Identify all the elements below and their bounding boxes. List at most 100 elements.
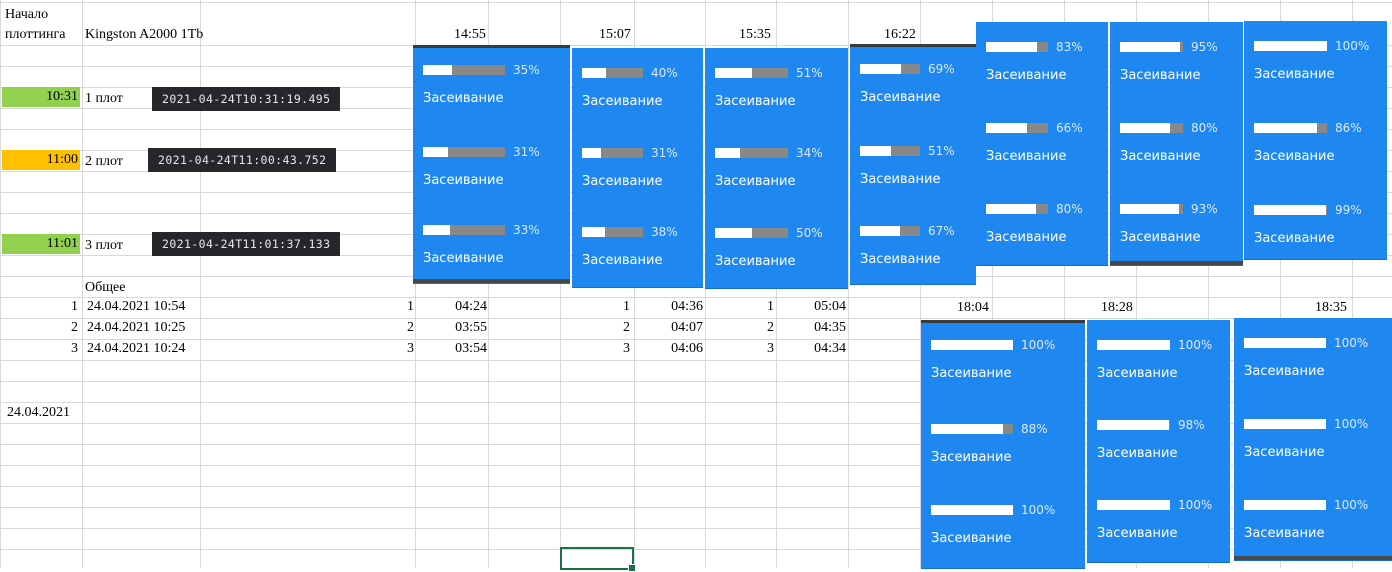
progress-percent: 100% xyxy=(1178,498,1213,512)
progress-bar-fill xyxy=(1254,41,1327,51)
plot-progress-panel: 88% Засеивание xyxy=(921,404,1085,486)
progress-percent: 34% xyxy=(796,146,823,160)
progress-bar-fill xyxy=(582,68,607,78)
progress-bar-fill xyxy=(423,65,452,75)
drive-name: Kingston A2000 1Tb xyxy=(85,27,204,42)
progress-bar xyxy=(1244,419,1326,429)
plot-1-start: 10:31 xyxy=(2,87,80,107)
progress-percent: 100% xyxy=(1021,503,1056,517)
status-label: Засеивание xyxy=(860,172,941,187)
status-label: Засеивание xyxy=(1244,364,1325,379)
time-18-35: 18:35 xyxy=(1315,300,1347,315)
plot-progress-panel: 66% Засеивание xyxy=(976,103,1108,185)
progress-percent: 80% xyxy=(1056,202,1083,216)
progress-bar-fill xyxy=(1097,500,1170,510)
progress-percent: 40% xyxy=(651,66,678,80)
progress-bar-fill xyxy=(986,204,1036,214)
progress-bar-fill xyxy=(931,424,1004,434)
duration-g1-n3: 3 xyxy=(407,341,414,356)
total-row-3-n: 3 xyxy=(71,341,78,356)
plot-progress-panel: 38% Засеивание xyxy=(572,207,703,288)
plot-progress-panel: 51% Засеивание xyxy=(705,48,848,129)
duration-g1-n1: 1 xyxy=(407,299,414,314)
progress-bar-fill xyxy=(715,228,752,238)
plot-progress-panel: 100% Засеивание xyxy=(1234,480,1392,561)
progress-percent: 31% xyxy=(651,146,678,160)
progress-percent: 98% xyxy=(1178,418,1205,432)
screenshot-bottom-edge xyxy=(1110,261,1243,265)
plot-progress-panel: 40% Засеивание xyxy=(572,48,703,129)
total-row-2-datetime: 24.04.2021 10:25 xyxy=(87,320,186,335)
status-label: Засеивание xyxy=(1254,67,1335,82)
total-label: Общее xyxy=(85,280,126,295)
progress-bar xyxy=(1244,500,1326,510)
progress-bar-fill xyxy=(582,148,601,158)
progress-bar-fill xyxy=(1120,204,1179,214)
progress-bar xyxy=(423,65,505,75)
plot-progress-panel: 31% Засеивание xyxy=(572,128,703,208)
status-label: Засеивание xyxy=(931,366,1012,381)
selected-cell[interactable] xyxy=(560,547,636,572)
status-label: Засеивание xyxy=(1244,445,1325,460)
progress-percent: 67% xyxy=(928,224,955,238)
status-label: Засеивание xyxy=(986,230,1067,245)
status-label: Засеивание xyxy=(423,251,504,266)
progress-bar xyxy=(1244,338,1326,348)
screenshot-top-edge xyxy=(921,320,1085,323)
status-label: Засеивание xyxy=(1254,149,1335,164)
progress-bar xyxy=(715,228,788,238)
progress-percent: 86% xyxy=(1335,121,1362,135)
status-label: Засеивание xyxy=(986,149,1067,164)
progress-bar xyxy=(423,225,505,235)
plot-progress-panel: 100% Засеивание xyxy=(921,485,1085,569)
plot-3-name: 3 плот xyxy=(85,238,123,253)
duration-g3-n3: 3 xyxy=(767,341,774,356)
plot-progress-panel: 69% Засеивание xyxy=(850,44,976,127)
duration-g1-t1: 04:24 xyxy=(455,299,487,314)
plot-progress-panel: 100% Засеивание xyxy=(921,320,1085,405)
header-label-line2: плоттинга xyxy=(5,27,66,42)
progress-percent: 83% xyxy=(1056,40,1083,54)
duration-g2-t3: 04:06 xyxy=(671,341,703,356)
plot-progress-panel: 86% Засеивание xyxy=(1244,103,1387,186)
progress-bar-fill xyxy=(1120,42,1180,52)
duration-g2-n1: 1 xyxy=(623,299,630,314)
plot-progress-panel: 31% Засеивание xyxy=(413,127,570,206)
progress-bar-fill xyxy=(860,226,901,236)
progress-bar-fill xyxy=(986,123,1027,133)
progress-screenshot-5: 83% Засеивание 66% Засеивание 80% Засеивание xyxy=(976,22,1108,266)
screenshot-top-edge xyxy=(413,45,570,48)
status-label: Засеивание xyxy=(582,253,663,268)
progress-screenshot-1: 35% Засеивание 31% Засеивание 33% Засеивание xyxy=(413,45,570,284)
progress-bar xyxy=(1120,123,1183,133)
duration-g2-n2: 2 xyxy=(623,320,630,335)
progress-bar xyxy=(1254,205,1327,215)
progress-percent: 100% xyxy=(1021,338,1056,352)
plot-progress-panel: 35% Засеивание xyxy=(413,45,570,128)
plot-progress-panel: 80% Засеивание xyxy=(976,184,1108,266)
plot-progress-panel: 83% Засеивание xyxy=(976,22,1108,104)
status-label: Засеивание xyxy=(423,91,504,106)
time-15-35: 15:35 xyxy=(739,27,771,42)
progress-bar xyxy=(1254,41,1327,51)
progress-bar-fill xyxy=(1120,123,1171,133)
plot-progress-panel: 33% Засеивание xyxy=(413,205,570,284)
duration-g2-t2: 04:07 xyxy=(671,320,703,335)
fill-handle[interactable] xyxy=(628,564,636,572)
progress-bar-fill xyxy=(1254,123,1317,133)
progress-percent: 99% xyxy=(1335,203,1362,217)
progress-bar-fill xyxy=(1097,340,1170,350)
screenshot-bottom-edge xyxy=(413,279,570,283)
status-label: Засеивание xyxy=(715,174,796,189)
duration-g3-t3: 04:34 xyxy=(814,341,846,356)
time-18-04: 18:04 xyxy=(957,300,989,315)
plot-progress-panel: 98% Засеивание xyxy=(1087,400,1230,481)
plot-progress-panel: 51% Засеивание xyxy=(850,126,976,207)
progress-percent: 51% xyxy=(928,144,955,158)
progress-percent: 69% xyxy=(928,62,955,76)
duration-g1-t3: 03:54 xyxy=(455,341,487,356)
plot-progress-panel: 100% Засеивание xyxy=(1244,21,1387,104)
status-label: Засеивание xyxy=(1097,526,1178,541)
progress-percent: 33% xyxy=(513,223,540,237)
progress-percent: 51% xyxy=(796,66,823,80)
